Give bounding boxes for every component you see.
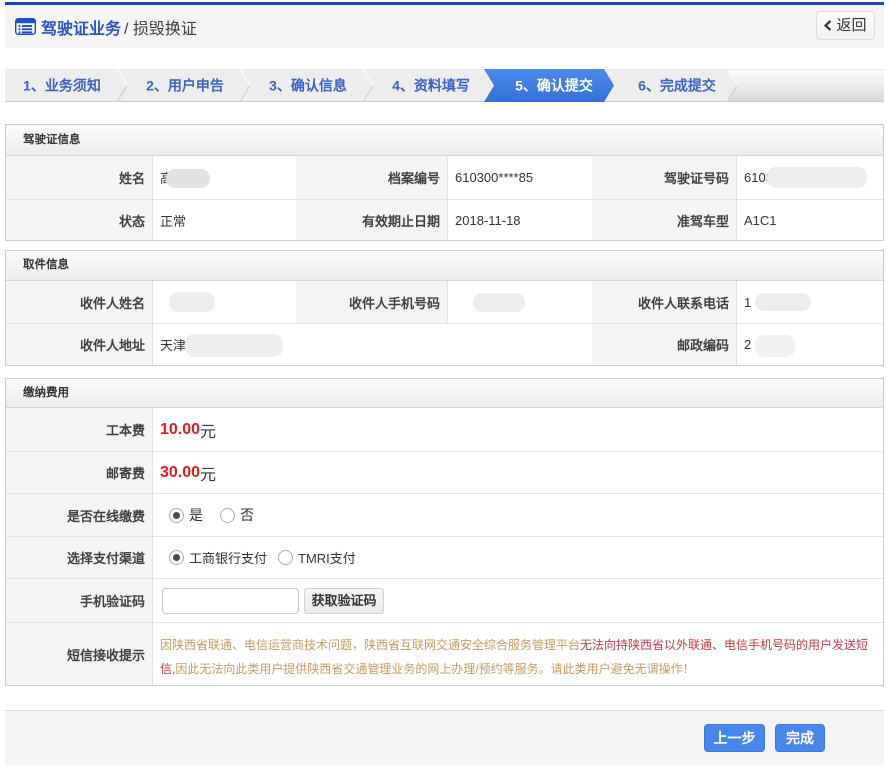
- svg-text:4、资料填写: 4、资料填写: [392, 78, 470, 94]
- svg-text:3、确认信息: 3、确认信息: [269, 78, 347, 94]
- svg-text:6、完成提交: 6、完成提交: [638, 78, 716, 94]
- svg-text:1、业务须知: 1、业务须知: [23, 78, 101, 94]
- svg-text:5、确认提交: 5、确认提交: [515, 78, 593, 94]
- svg-text:2、用户申告: 2、用户申告: [146, 78, 224, 94]
